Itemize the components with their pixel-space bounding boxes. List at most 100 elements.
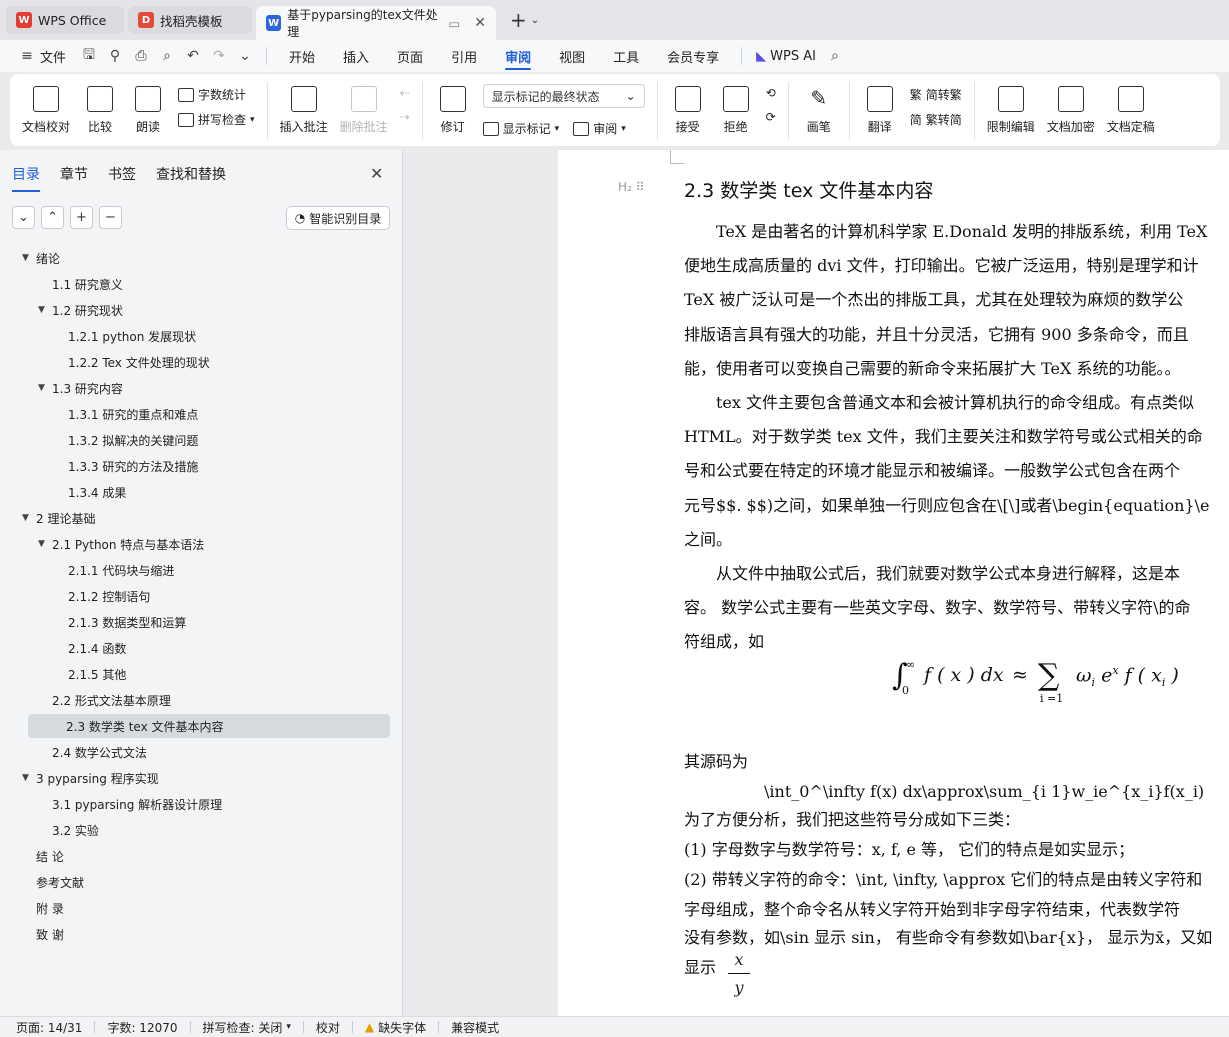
toc-item[interactable]: 2.3 数学类 tex 文件基本内容 — [28, 714, 390, 738]
word-count-indicator[interactable]: 字数: 12070 — [107, 1019, 177, 1036]
tab-toc[interactable]: 目录 — [12, 164, 40, 192]
delete-comment-button[interactable]: 删除批注 — [334, 82, 394, 135]
menu-review[interactable]: 审阅 — [491, 40, 545, 72]
heading-level-icon[interactable]: H₂ ⠿ — [618, 180, 644, 194]
proofread-status[interactable]: 校对 — [316, 1019, 340, 1036]
add-heading-icon[interactable]: + — [70, 206, 93, 229]
toc-item[interactable]: 2.1.2 控制语句 — [54, 584, 150, 608]
toc-item[interactable]: 1.1 研究意义 — [38, 272, 123, 296]
remove-heading-icon[interactable]: − — [99, 206, 122, 229]
doc-check-button[interactable]: 文档校对 — [16, 82, 76, 135]
hamburger-icon[interactable]: ≡ — [14, 48, 40, 64]
next-comment-icon[interactable]: ⇢ — [400, 110, 410, 124]
toc-item[interactable]: 1.3.4 成果 — [54, 480, 126, 504]
menu-member[interactable]: 会员专享 — [653, 40, 733, 72]
toc-item[interactable]: 2.1.3 数据类型和运算 — [54, 610, 186, 634]
next-change-icon[interactable]: ⟳ — [766, 110, 776, 124]
page-indicator[interactable]: 页面: 14/31 — [16, 1019, 82, 1036]
menu-reference[interactable]: 引用 — [437, 40, 491, 72]
menu-home[interactable]: 开始 — [275, 40, 329, 72]
to-traditional-button[interactable]: 繁简转繁 — [910, 86, 962, 103]
menu-file[interactable]: 文件 — [40, 47, 66, 66]
new-tab-icon[interactable]: + — [510, 8, 527, 32]
document-page[interactable]: H₂ ⠿ 2.3 数学类 tex 文件基本内容 TeX 是由著名的计算机科学家 … — [558, 150, 1229, 1016]
accept-button[interactable]: 接受 — [664, 82, 712, 135]
expand-arrow-icon[interactable]: ▼ — [22, 253, 36, 263]
expand-arrow-icon[interactable]: ▼ — [22, 513, 36, 523]
previous-comment-icon[interactable]: ⇠ — [400, 86, 410, 100]
smart-toc-button[interactable]: ◔ 智能识别目录 — [286, 206, 390, 230]
expand-arrow-icon[interactable]: ▼ — [38, 383, 52, 393]
menu-tools[interactable]: 工具 — [599, 40, 653, 72]
toc-item[interactable]: 致 谢 — [22, 922, 64, 946]
tab-document[interactable]: W 基于pyparsing的tex文件处理 ▭ ✕ — [256, 6, 496, 40]
expand-arrow-icon[interactable]: ▼ — [38, 539, 52, 549]
menu-page[interactable]: 页面 — [383, 40, 437, 72]
toc-item[interactable]: 1.2.2 Tex 文件处理的现状 — [54, 350, 210, 374]
compare-button[interactable]: 比较 — [76, 82, 124, 135]
toc-item[interactable]: 结 论 — [22, 844, 64, 868]
menu-insert[interactable]: 插入 — [329, 40, 383, 72]
more-icon[interactable]: ⌄ — [232, 48, 258, 64]
close-icon[interactable]: ✕ — [370, 164, 383, 183]
translate-button[interactable]: 翻译 — [856, 82, 904, 135]
toc-item[interactable]: ▼ 2 理论基础 — [22, 506, 95, 530]
toc-item[interactable]: 1.3.1 研究的重点和难点 — [54, 402, 198, 426]
tab-bookmarks[interactable]: 书签 — [108, 164, 136, 192]
toc-item[interactable]: ▼ 3 pyparsing 程序实现 — [22, 766, 159, 790]
menu-wps-ai[interactable]: WPS AI — [770, 49, 816, 64]
toc-item[interactable]: 2.4 数学公式文法 — [38, 740, 147, 764]
toc-item[interactable]: ▼ 2.1 Python 特点与基本语法 — [38, 532, 204, 556]
review-pane-label: 审阅 — [593, 122, 618, 136]
toc-item[interactable]: 2.1.4 函数 — [54, 636, 126, 660]
print-icon[interactable]: ⎙ — [128, 48, 154, 64]
toc-item[interactable]: 1.3.3 研究的方法及措施 — [54, 454, 198, 478]
spell-check-status[interactable]: 拼写检查: 关闭 ▾ — [203, 1019, 291, 1036]
restrict-edit-button[interactable]: 限制编辑 — [981, 82, 1041, 135]
to-simplified-button[interactable]: 简繁转简 — [910, 111, 962, 128]
toc-item[interactable]: ▼ 绪论 — [22, 246, 60, 270]
reject-button[interactable]: 拒绝 — [712, 82, 760, 135]
toc-item[interactable]: 3.2 实验 — [38, 818, 99, 842]
missing-font-status[interactable]: ▲ 缺失字体 — [365, 1019, 426, 1036]
finalize-button[interactable]: 文档定稿 — [1101, 82, 1161, 135]
tab-docer[interactable]: D 找稻壳模板 — [128, 6, 252, 34]
collapse-all-icon[interactable]: ⌄ — [12, 206, 35, 229]
toc-item[interactable]: 2.1.1 代码块与缩进 — [54, 558, 174, 582]
tab-find-replace[interactable]: 查找和替换 — [156, 164, 226, 192]
toc-item[interactable]: 2.1.5 其他 — [54, 662, 126, 686]
menu-view[interactable]: 视图 — [545, 40, 599, 72]
search-icon[interactable]: ⌕ — [822, 48, 848, 64]
track-changes-button[interactable]: 修订 — [429, 82, 477, 135]
toc-item[interactable]: 3.1 pyparsing 解析器设计原理 — [38, 792, 222, 816]
tab-wps-office[interactable]: W WPS Office — [6, 6, 124, 34]
expand-arrow-icon[interactable]: ▼ — [38, 305, 52, 315]
print-preview-icon[interactable]: ⌕ — [154, 48, 180, 64]
insert-comment-button[interactable]: 插入批注 — [274, 82, 334, 135]
toc-item[interactable]: 参考文献 — [22, 870, 84, 894]
previous-change-icon[interactable]: ⟲ — [766, 86, 776, 100]
pen-button[interactable]: ✎ 画笔 — [795, 82, 843, 135]
save-icon[interactable]: 🖫 — [76, 44, 102, 68]
markup-mode-select[interactable]: 显示标记的最终状态 ⌄ — [482, 84, 645, 108]
share-icon[interactable]: ⚲ — [102, 48, 128, 64]
toc-item[interactable]: ▼ 1.2 研究现状 — [38, 298, 123, 322]
spell-check-button[interactable]: 拼写检查 ▾ — [178, 111, 255, 128]
chevron-down-icon[interactable]: ⌄ — [531, 15, 539, 26]
toc-item[interactable]: 附 录 — [22, 896, 64, 920]
toc-item[interactable]: ▼ 1.3 研究内容 — [38, 376, 123, 400]
expand-arrow-icon[interactable]: ▼ — [22, 773, 36, 783]
tab-sections[interactable]: 章节 — [60, 164, 88, 192]
encrypt-button[interactable]: 文档加密 — [1041, 82, 1101, 135]
close-icon[interactable]: ✕ — [474, 15, 486, 31]
read-aloud-button[interactable]: 朗读 — [124, 82, 172, 135]
redo-icon[interactable]: ↷ — [206, 48, 232, 64]
show-markup-button[interactable]: 显示标记 ▾ — [482, 120, 559, 137]
toc-item[interactable]: 2.2 形式文法基本原理 — [38, 688, 171, 712]
toc-item[interactable]: 1.2.1 python 发展现状 — [54, 324, 196, 348]
review-pane-button[interactable]: 审阅 ▾ — [573, 120, 626, 137]
expand-icon[interactable]: ⌃ — [41, 206, 64, 229]
toc-item[interactable]: 1.3.2 拟解决的关键问题 — [54, 428, 198, 452]
undo-icon[interactable]: ↶ — [180, 48, 206, 64]
word-count-button[interactable]: 字数统计 — [178, 86, 255, 103]
